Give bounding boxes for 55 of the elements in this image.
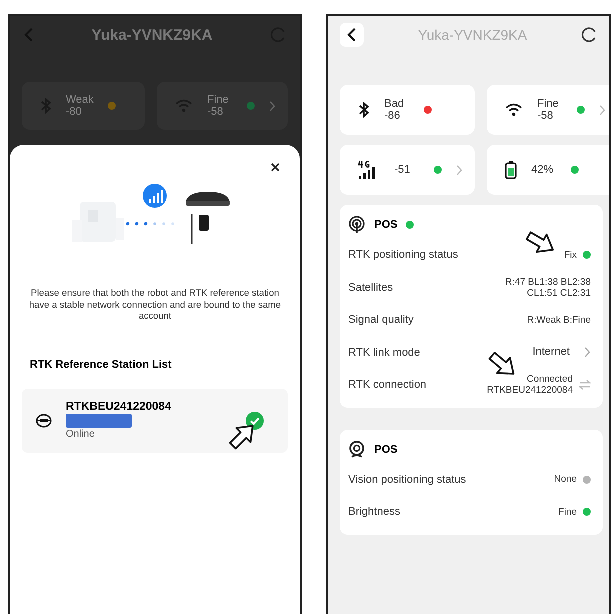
chevron-right-icon — [599, 104, 606, 116]
close-icon[interactable] — [271, 163, 280, 172]
row-value: Internet — [532, 347, 570, 358]
battery-icon — [505, 161, 518, 179]
status-label: Fine — [537, 98, 560, 110]
instruction-text: Please ensure that both the robot and RTK reference station have a stable network connection and are bound to the same account — [28, 288, 282, 322]
row-value: None — [554, 474, 577, 486]
status-label: Weak — [66, 94, 94, 106]
refresh-icon[interactable] — [580, 27, 597, 43]
signal-reading: -86 — [384, 110, 402, 122]
redaction-bar — [66, 414, 132, 428]
wifi-icon — [505, 103, 524, 117]
back-button[interactable] — [340, 23, 364, 47]
row-value: R:47 BL1:38 BL2:38 — [505, 276, 591, 288]
row-label: Brightness — [348, 506, 400, 518]
bluetooth-icon — [40, 98, 52, 114]
chevron-right-icon — [584, 347, 591, 358]
chevron-right-icon — [269, 100, 276, 112]
row-label: RTK positioning status — [348, 249, 458, 262]
station-list-item[interactable]: RTKBEU241220084 Online — [22, 388, 288, 452]
signal-reading: -58 — [537, 110, 554, 122]
antenna-icon — [348, 216, 366, 234]
row-value: Connected — [527, 374, 573, 386]
station-name: RTKBEU241220084 — [66, 401, 172, 413]
camera-icon — [348, 440, 366, 458]
section-heading: RTK Reference Station List — [30, 358, 172, 370]
station-status: Online — [66, 429, 96, 440]
card-title: POS — [374, 444, 398, 456]
row-label: RTK link mode — [348, 346, 420, 359]
row-label: Signal quality — [348, 314, 414, 326]
status-tile[interactable]: Fine -58 — [157, 82, 288, 130]
chevron-right-icon — [456, 164, 464, 176]
card-title: POS — [374, 219, 398, 231]
signal-reading: -51 — [394, 164, 412, 176]
row-value: Fine — [558, 506, 577, 518]
bluetooth-icon — [358, 102, 370, 118]
row-value: CL1:51 CL2:31 — [527, 288, 591, 299]
signal-reading: 42% — [531, 164, 555, 176]
row-label: Vision positioning status — [348, 474, 466, 486]
row-value: R:Weak B:Fine — [527, 314, 591, 326]
screen-title: Yuka-YVNKZ9KA — [418, 27, 528, 43]
row-value: RTKBEU241220084 — [487, 385, 573, 396]
row-label: RTK connection — [348, 379, 427, 392]
back-icon — [347, 28, 358, 42]
status-label: Bad — [384, 98, 406, 110]
signal-reading: -58 — [207, 106, 224, 118]
wifi-icon — [175, 99, 194, 113]
screen-title: Yuka-YVNKZ9KA — [92, 26, 213, 44]
row-label: Satellites — [348, 282, 394, 294]
status-tile[interactable]: Fine -58 — [487, 85, 609, 135]
status-label: Fine — [207, 94, 230, 106]
status-tile[interactable]: -51 — [340, 145, 476, 195]
rtk-station-icon — [36, 414, 52, 428]
row-value: Fix — [564, 250, 577, 261]
signal-reading: -80 — [66, 106, 83, 118]
